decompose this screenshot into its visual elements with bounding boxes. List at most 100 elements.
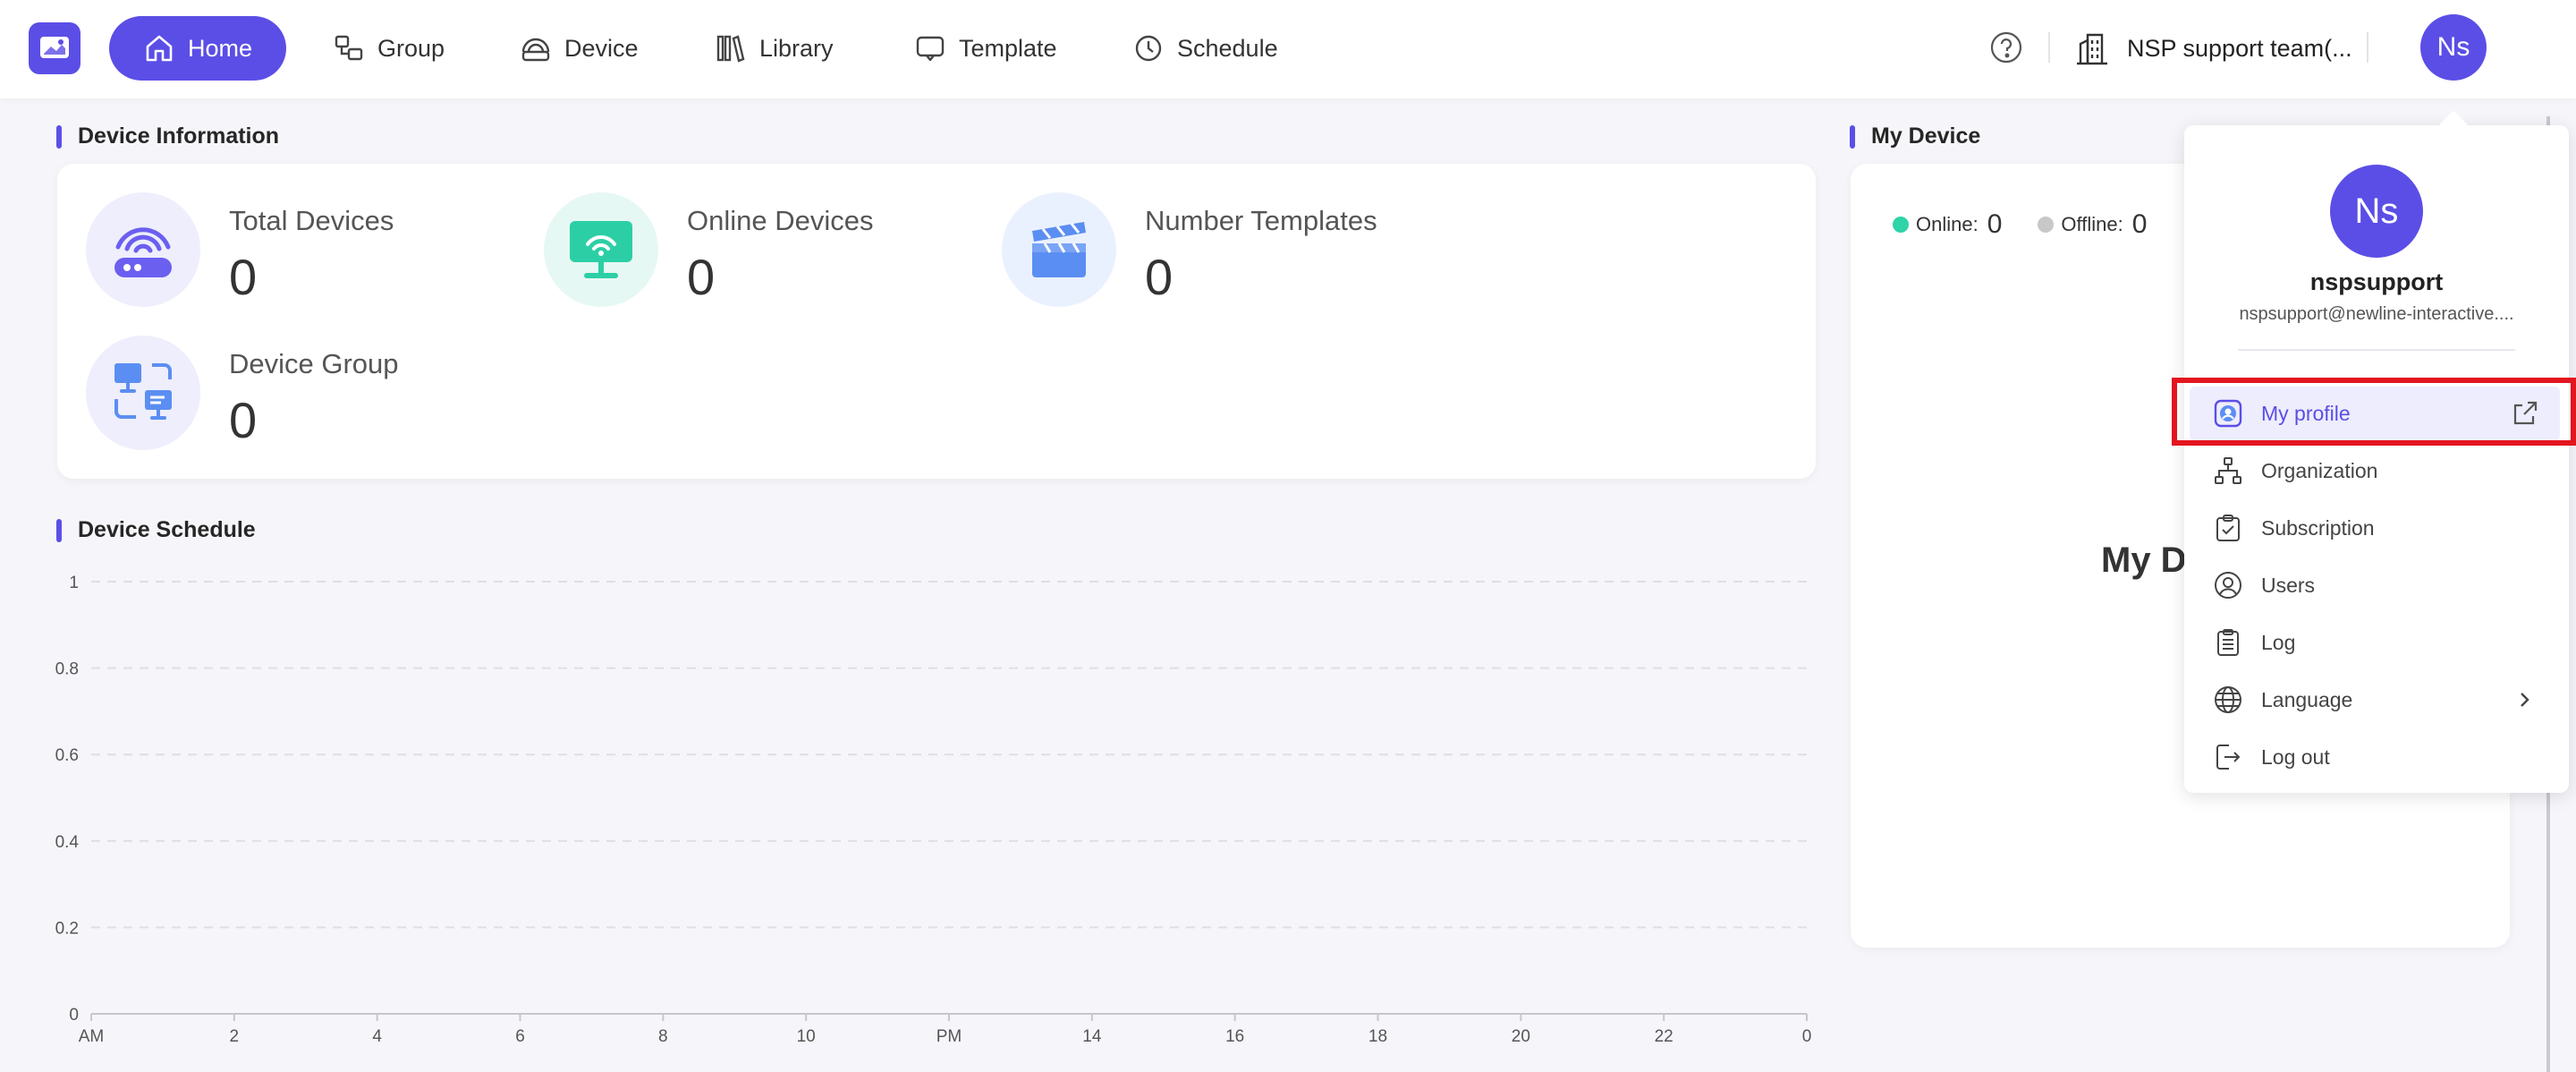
- menu-item-label: My profile: [2261, 401, 2351, 425]
- section-marker: [56, 124, 62, 149]
- menu-item-label: Organization: [2261, 458, 2378, 482]
- user-avatar[interactable]: Ns: [2420, 14, 2487, 81]
- library-icon: [716, 35, 745, 63]
- nav-schedule[interactable]: Schedule: [1098, 16, 1312, 81]
- stat-label: Online Devices: [687, 205, 874, 236]
- nav-home[interactable]: Home: [109, 16, 287, 81]
- device-schedule-label: Device Schedule: [78, 517, 256, 542]
- stat-value: 0: [1145, 249, 1174, 305]
- chart-x-tick-label: 18: [1368, 1027, 1387, 1046]
- profile-dropdown-menu: Ns nspsupport nspsupport@newline-interac…: [2184, 125, 2569, 793]
- chart-x-tick-label: 4: [372, 1027, 382, 1046]
- group-icon: [335, 35, 363, 61]
- org-chart-icon: [2215, 457, 2241, 484]
- device-information-card: Total Devices 0 Online Devices 0 Number …: [57, 164, 1816, 479]
- home-icon: [146, 35, 173, 62]
- stat-label: Device Group: [229, 348, 399, 379]
- stat-label: Total Devices: [229, 205, 394, 236]
- section-marker: [1850, 124, 1855, 149]
- my-device-title: My Device: [1850, 123, 1980, 149]
- dropdown-avatar: Ns: [2330, 165, 2423, 258]
- menu-item-label: Log: [2261, 630, 2296, 654]
- chart-x-tick-label: 14: [1082, 1027, 1102, 1046]
- log-icon: [2217, 629, 2239, 656]
- chevron-right-icon: [2521, 693, 2529, 707]
- chart-y-tick-label: 0.8: [55, 660, 79, 679]
- top-navigation-bar: Home Group Device Library Template Sched…: [0, 0, 2576, 98]
- section-marker: [56, 518, 62, 542]
- template-icon: [916, 36, 945, 62]
- nav-home-label: Home: [188, 34, 253, 62]
- offline-label: Offline:: [2061, 213, 2123, 235]
- nav-group[interactable]: Group: [299, 16, 479, 81]
- device-icon: [521, 38, 550, 62]
- clock-icon: [1135, 35, 1162, 62]
- menu-item-language[interactable]: Language: [2190, 673, 2560, 727]
- user-circle-icon: [2215, 572, 2241, 599]
- chart-x-tick-label: AM: [79, 1027, 105, 1046]
- menu-item-my-profile[interactable]: My profile: [2190, 387, 2560, 440]
- online-status-dot: [1893, 217, 1909, 233]
- menu-item-log-out[interactable]: Log out: [2190, 730, 2560, 784]
- menu-item-subscription[interactable]: Subscription: [2190, 501, 2560, 555]
- menu-item-users[interactable]: Users: [2190, 558, 2560, 612]
- stat-device-group: Device Group 0: [86, 336, 399, 450]
- my-device-label: My Device: [1871, 123, 1981, 149]
- device-group-icon: [86, 336, 200, 450]
- building-icon: [2077, 33, 2107, 65]
- chart-y-tick-label: 0.4: [55, 833, 80, 852]
- device-schedule-title: Device Schedule: [56, 517, 256, 543]
- my-device-status-legend: Online: 0 Offline: 0: [1893, 209, 2182, 240]
- stat-number-templates: Number Templates 0: [1002, 192, 1377, 307]
- logout-icon: [2216, 744, 2241, 770]
- nav-device[interactable]: Device: [486, 16, 673, 81]
- router-icon: [86, 192, 200, 307]
- menu-item-label: Language: [2261, 687, 2353, 711]
- organization-switcher[interactable]: NSP support team(...: [2073, 25, 2352, 72]
- nav-group-label: Group: [377, 34, 445, 62]
- menu-item-organization[interactable]: Organization: [2190, 444, 2560, 498]
- organization-name: NSP support team(...: [2127, 34, 2352, 62]
- clapperboard-icon: [1002, 192, 1116, 307]
- dropdown-username: nspsupport: [2309, 268, 2444, 295]
- menu-item-label: Log out: [2261, 744, 2330, 769]
- stat-value: 0: [687, 249, 716, 305]
- stat-label: Number Templates: [1145, 205, 1377, 236]
- offline-count: 0: [2131, 209, 2148, 239]
- nav-library-label: Library: [759, 34, 834, 62]
- chart-x-tick-label: 2: [230, 1027, 240, 1046]
- chart-x-tick-label: PM: [936, 1027, 962, 1046]
- chart-y-tick-label: 0.2: [55, 919, 79, 938]
- globe-icon: [2215, 686, 2241, 713]
- chart-x-tick-label: 6: [515, 1027, 525, 1046]
- chart-x-tick-label: 16: [1225, 1027, 1244, 1046]
- chart-x-tick-label: 8: [658, 1027, 668, 1046]
- offline-status-dot: [2038, 217, 2055, 233]
- device-schedule-chart: 0 0.2 0.4 0.6 0.8 1 AM 2 4 6 8 10 PM 14 16 18 20 22 0: [55, 574, 1812, 1046]
- online-label: Online:: [1916, 213, 1979, 235]
- nav-schedule-label: Schedule: [1177, 34, 1278, 62]
- profile-icon: [2214, 399, 2242, 428]
- dropdown-email: nspsupport@newline-interactive....: [2239, 304, 2514, 324]
- nav-template[interactable]: Template: [880, 16, 1091, 81]
- menu-item-log[interactable]: Log: [2190, 616, 2560, 669]
- monitor-wifi-icon: [544, 192, 658, 307]
- chart-y-tick-label: 0: [69, 1006, 79, 1025]
- nav-device-label: Device: [564, 34, 639, 62]
- app-logo-icon[interactable]: [29, 22, 80, 74]
- chart-x-tick-label: 22: [1655, 1027, 1674, 1046]
- chart-x-tick-label: 20: [1512, 1027, 1530, 1046]
- chart-x-tick-label: 10: [797, 1027, 816, 1046]
- chart-y-tick-label: 1: [69, 574, 79, 592]
- nav-library[interactable]: Library: [681, 16, 868, 81]
- help-icon[interactable]: [1989, 30, 2023, 64]
- chart-y-tick-label: 0.6: [55, 746, 79, 765]
- device-information-title: Device Information: [56, 123, 279, 149]
- clipboard-check-icon: [2216, 515, 2240, 541]
- external-link-icon[interactable]: [2510, 398, 2540, 429]
- stat-total-devices: Total Devices 0: [86, 192, 394, 307]
- stat-online-devices: Online Devices 0: [544, 192, 873, 307]
- nav-divider: [2048, 32, 2050, 63]
- dropdown-divider: [2238, 349, 2515, 351]
- stat-value: 0: [229, 392, 258, 448]
